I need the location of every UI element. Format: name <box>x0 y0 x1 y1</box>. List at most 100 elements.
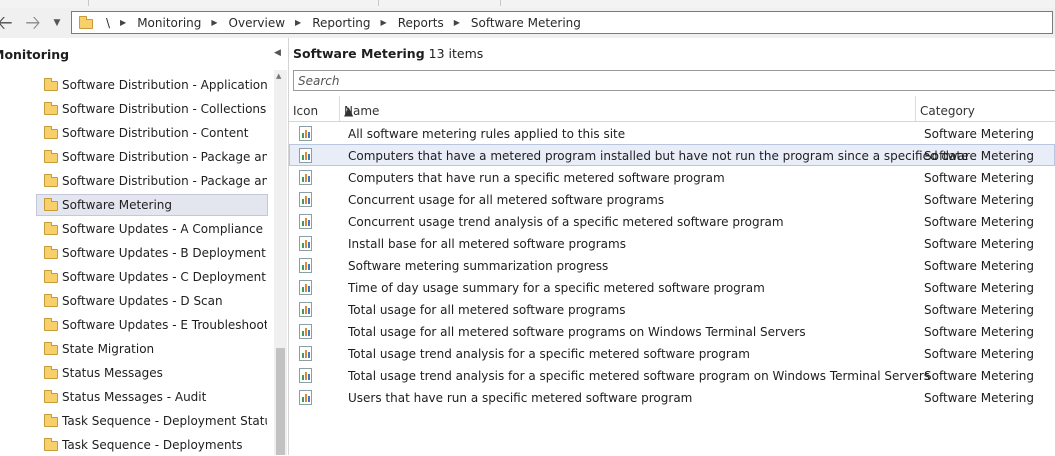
column-header-category[interactable]: Category <box>916 96 1055 121</box>
report-name: Computers that have a metered program in… <box>348 149 969 163</box>
table-row[interactable]: Time of day usage summary for a specific… <box>289 276 1055 298</box>
table-row[interactable]: Total usage for all metered software pro… <box>289 320 1055 342</box>
collapse-pane-icon[interactable]: ◀ <box>274 48 281 58</box>
tree-item[interactable]: Software Distribution - Collections <box>36 98 268 120</box>
table-row[interactable]: Install base for all metered software pr… <box>289 232 1055 254</box>
tree-item[interactable]: Software Distribution - Content <box>36 122 268 144</box>
report-category: Software Metering <box>924 303 1035 317</box>
report-icon <box>299 236 312 251</box>
chevron-right-icon[interactable]: ▶ <box>211 18 217 27</box>
tree-item[interactable]: Software Metering <box>36 194 268 216</box>
chevron-right-icon[interactable]: ▶ <box>454 18 460 27</box>
tree-item[interactable]: Status Messages <box>36 362 268 384</box>
forward-arrow-icon[interactable]: 🡢 <box>22 12 44 34</box>
report-name: Total usage trend analysis for a specifi… <box>348 347 750 361</box>
breadcrumb[interactable]: \ ▶ Monitoring ▶ Overview ▶ Reporting ▶ … <box>71 11 1053 34</box>
search-input[interactable] <box>298 72 1038 89</box>
table-row[interactable]: Concurrent usage for all metered softwar… <box>289 188 1055 210</box>
breadcrumb-monitoring[interactable]: Monitoring <box>137 16 201 30</box>
tree-item[interactable]: Software Distribution - Application Mo <box>36 74 268 96</box>
chevron-right-icon[interactable]: ▶ <box>381 18 387 27</box>
tree-item[interactable]: Software Updates - C Deployment Stat <box>36 266 268 288</box>
tree-item-label: Software Updates - C Deployment Stat <box>62 270 267 284</box>
column-header-icon[interactable]: Icon <box>289 96 340 121</box>
folder-icon <box>44 222 58 235</box>
scrollbar-thumb[interactable] <box>276 348 285 455</box>
tree-item[interactable]: Software Updates - E Troubleshooting <box>36 314 268 336</box>
folder-icon <box>44 342 58 355</box>
tree-item[interactable]: Software Updates - D Scan <box>36 290 268 312</box>
breadcrumb-reports[interactable]: Reports <box>398 16 444 30</box>
search-box[interactable] <box>293 70 1055 91</box>
report-category: Software Metering <box>924 149 1035 163</box>
report-icon <box>299 390 312 405</box>
tree-item[interactable]: Task Sequence - Deployments <box>36 434 268 456</box>
report-icon <box>299 346 312 361</box>
report-icon <box>299 170 312 185</box>
table-row[interactable]: Computers that have run a specific meter… <box>289 166 1055 188</box>
table-row[interactable]: All software metering rules applied to t… <box>289 122 1055 144</box>
strip-divider <box>500 0 501 6</box>
tree-item-label: Software Distribution - Application Mo <box>62 78 267 92</box>
report-icon <box>299 302 312 317</box>
tree-item-label: Software Updates - E Troubleshooting <box>62 318 267 332</box>
folder-icon <box>44 246 58 259</box>
folder-icon <box>44 126 58 139</box>
results-pane: Software Metering13 items Icon ▲ Name Ca… <box>289 38 1055 455</box>
column-header-name-label: Name <box>344 104 380 118</box>
tree-item[interactable]: Software Updates - B Deployment Mar <box>36 242 268 264</box>
scroll-up-icon[interactable]: ▲ <box>276 72 281 80</box>
folder-icon <box>44 78 58 91</box>
history-dropdown-icon[interactable]: ▼ <box>50 12 64 34</box>
breadcrumb-software-metering[interactable]: Software Metering <box>471 16 581 30</box>
tree-item[interactable]: Status Messages - Audit <box>36 386 268 408</box>
tree-item[interactable]: Software Updates - A Compliance <box>36 218 268 240</box>
report-category: Software Metering <box>924 171 1035 185</box>
tree-item[interactable]: Software Distribution - Package and Pr <box>36 170 268 192</box>
table-row[interactable]: Total usage trend analysis for a specifi… <box>289 342 1055 364</box>
report-category: Software Metering <box>924 281 1035 295</box>
report-category: Software Metering <box>924 215 1035 229</box>
report-category: Software Metering <box>924 127 1035 141</box>
report-icon <box>299 280 312 295</box>
breadcrumb-overview[interactable]: Overview <box>229 16 286 30</box>
report-icon <box>299 368 312 383</box>
report-category: Software Metering <box>924 325 1035 339</box>
report-category: Software Metering <box>924 347 1035 361</box>
folder-icon <box>44 414 58 427</box>
column-header-name[interactable]: ▲ Name <box>340 96 916 121</box>
tree-item[interactable]: State Migration <box>36 338 268 360</box>
report-icon <box>299 258 312 273</box>
report-name: All software metering rules applied to t… <box>348 127 626 141</box>
breadcrumb-reporting[interactable]: Reporting <box>312 16 370 30</box>
folder-icon <box>44 294 58 307</box>
navigation-header: Monitoring ◀ <box>0 38 288 70</box>
nav-scrollbar[interactable]: ▲ <box>274 70 287 455</box>
table-row[interactable]: Total usage for all metered software pro… <box>289 298 1055 320</box>
table-row[interactable]: Concurrent usage trend analysis of a spe… <box>289 210 1055 232</box>
tree-item-label: Task Sequence - Deployments <box>62 438 243 452</box>
table-row[interactable]: Computers that have a metered program in… <box>289 144 1055 166</box>
strip-divider <box>88 0 89 6</box>
report-icon <box>299 148 312 163</box>
strip-divider <box>378 0 379 6</box>
tree-item[interactable]: Software Distribution - Package and Pr <box>36 146 268 168</box>
table-row[interactable]: Users that have run a specific metered s… <box>289 386 1055 408</box>
table-row[interactable]: Software metering summarization progress… <box>289 254 1055 276</box>
table-row[interactable]: Total usage trend analysis for a specifi… <box>289 364 1055 386</box>
report-name: Install base for all metered software pr… <box>348 237 626 251</box>
folder-icon <box>44 150 58 163</box>
tree-item-label: Software Distribution - Package and Pr <box>62 174 267 188</box>
tree-item-label: Software Updates - B Deployment Mar <box>62 246 267 260</box>
chevron-right-icon[interactable]: ▶ <box>295 18 301 27</box>
column-header-category-label: Category <box>920 104 975 118</box>
breadcrumb-root[interactable]: \ <box>106 16 110 30</box>
column-header-row: Icon ▲ Name Category <box>289 96 1055 122</box>
navigation-title: Monitoring <box>0 47 70 62</box>
tree-item-label: Task Sequence - Deployment Status <box>62 414 267 428</box>
tree-item[interactable]: Task Sequence - Deployment Status <box>36 410 268 432</box>
report-icon <box>299 214 312 229</box>
folder-icon <box>44 318 58 331</box>
back-arrow-icon[interactable]: 🡠 <box>0 12 16 34</box>
chevron-right-icon[interactable]: ▶ <box>120 18 126 27</box>
